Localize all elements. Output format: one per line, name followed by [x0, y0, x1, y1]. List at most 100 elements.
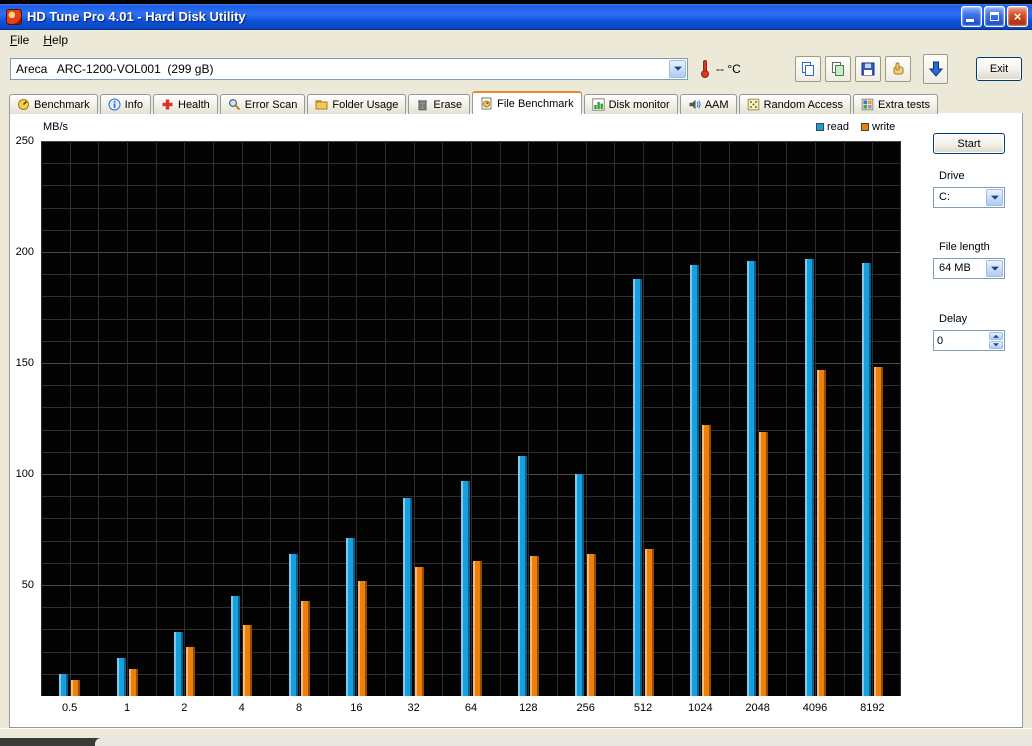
menu-help[interactable]: Help — [37, 32, 74, 48]
x-tick-label: 1024 — [688, 702, 712, 714]
bar-write — [530, 556, 539, 696]
tab-health[interactable]: Health — [153, 94, 218, 114]
info-icon — [108, 98, 121, 111]
bar-read — [575, 474, 584, 696]
copy-image-icon — [830, 61, 846, 77]
tab-error-scan[interactable]: Error Scan — [220, 94, 306, 114]
spin-down-icon[interactable] — [989, 341, 1003, 349]
hand-pointer-button[interactable] — [885, 56, 911, 82]
x-tick-label: 256 — [576, 702, 594, 714]
bar-write — [301, 601, 310, 696]
bar-write — [358, 581, 367, 696]
app-icon — [6, 9, 22, 25]
file-length-combobox[interactable]: 64 MB — [933, 258, 1005, 279]
capture-button[interactable] — [923, 54, 948, 84]
status-bar — [0, 728, 1032, 738]
tab-label: Error Scan — [245, 99, 298, 111]
delay-input[interactable] — [934, 331, 989, 350]
benchmark-chart-plot — [41, 141, 901, 696]
tab-erase[interactable]: Erase — [408, 94, 470, 114]
gridline-vertical — [127, 141, 128, 696]
tab-aam[interactable]: AAM — [680, 94, 737, 114]
drive-combobox-value: C: — [934, 188, 985, 207]
delay-spinner — [933, 330, 1005, 351]
bar-write — [645, 549, 654, 696]
x-tick-label: 512 — [634, 702, 652, 714]
tab-label: Erase — [433, 99, 462, 111]
benchmark-controls: Start Drive C: File length 64 MB Delay — [933, 113, 1009, 727]
drive-combobox[interactable]: C: — [933, 187, 1005, 208]
menu-file[interactable]: File — [4, 32, 35, 48]
copy-text-button[interactable] — [795, 56, 821, 82]
bar-write — [71, 680, 80, 696]
gridline-vertical — [98, 141, 99, 696]
start-button[interactable]: Start — [933, 133, 1005, 154]
taskbar-edge — [95, 738, 1032, 746]
gridline-vertical — [672, 141, 673, 696]
tab-extra-tests[interactable]: Extra tests — [853, 94, 938, 114]
close-button[interactable]: × — [1007, 6, 1028, 27]
gridline-vertical — [41, 141, 42, 696]
bar-write — [874, 367, 883, 696]
legend-swatch-read — [816, 123, 824, 131]
chart-legend: readwrite — [816, 121, 895, 133]
tab-info[interactable]: Info — [100, 94, 151, 114]
bar-read — [747, 261, 756, 696]
chevron-down-icon[interactable] — [669, 60, 686, 78]
folder-icon — [315, 98, 328, 111]
tab-benchmark[interactable]: Benchmark — [9, 94, 98, 114]
close-icon: × — [1014, 10, 1022, 23]
bar-write — [759, 432, 768, 696]
extra-tests-grid-icon — [861, 98, 874, 111]
x-tick-label: 4 — [239, 702, 245, 714]
gridline-vertical — [729, 141, 730, 696]
tab-folder-usage[interactable]: Folder Usage — [307, 94, 406, 114]
bar-read — [633, 279, 642, 696]
bar-write — [817, 370, 826, 696]
floppy-disk-icon — [860, 61, 876, 77]
bar-read — [518, 456, 527, 696]
gridline-vertical — [70, 141, 71, 696]
gridline-vertical — [786, 141, 787, 696]
desktop-edge — [0, 738, 1032, 746]
legend-item-write: write — [861, 121, 895, 133]
bar-write — [587, 554, 596, 696]
tab-label: Folder Usage — [332, 99, 398, 111]
copy-image-button[interactable] — [825, 56, 851, 82]
gridline-vertical — [557, 141, 558, 696]
tab-random-access[interactable]: Random Access — [739, 94, 851, 114]
minimize-button[interactable] — [961, 6, 982, 27]
bar-write — [186, 647, 195, 696]
gridline-vertical — [844, 141, 845, 696]
tab-label: AAM — [705, 99, 729, 111]
bar-read — [289, 554, 298, 696]
spin-up-icon[interactable] — [989, 332, 1003, 340]
bar-read — [231, 596, 240, 696]
tab-file-benchmark[interactable]: File Benchmark — [472, 91, 581, 114]
tab-strip: Benchmark Info Health Error Scan Folder … — [0, 89, 1032, 113]
x-tick-label: 32 — [408, 702, 420, 714]
benchmark-icon — [17, 98, 30, 111]
x-axis-tick-labels: 0.512481632641282565121024204840968192 — [41, 702, 901, 718]
disk-monitor-icon — [592, 98, 605, 111]
tab-label: Extra tests — [878, 99, 930, 111]
x-tick-label: 0.5 — [62, 702, 77, 714]
bar-write — [243, 625, 252, 696]
maximize-button[interactable] — [984, 6, 1005, 27]
chevron-down-icon[interactable] — [986, 189, 1003, 206]
exit-button[interactable]: Exit — [976, 57, 1022, 81]
copy-pages-icon — [800, 61, 816, 77]
bar-write — [129, 669, 138, 696]
bar-write — [702, 425, 711, 696]
tab-label: File Benchmark — [497, 98, 573, 110]
save-image-button[interactable] — [855, 56, 881, 82]
x-tick-label: 8 — [296, 702, 302, 714]
file-length-label: File length — [939, 241, 990, 253]
chevron-down-icon[interactable] — [986, 260, 1003, 277]
gridline-vertical — [900, 141, 901, 696]
drive-selector-combobox[interactable]: Areca ARC-1200-VOL001 (299 gB) — [10, 58, 688, 80]
gridline-vertical — [500, 141, 501, 696]
toolbar: Areca ARC-1200-VOL001 (299 gB) -- °C E — [0, 49, 1032, 89]
gridline-vertical — [242, 141, 243, 696]
tab-disk-monitor[interactable]: Disk monitor — [584, 94, 678, 114]
